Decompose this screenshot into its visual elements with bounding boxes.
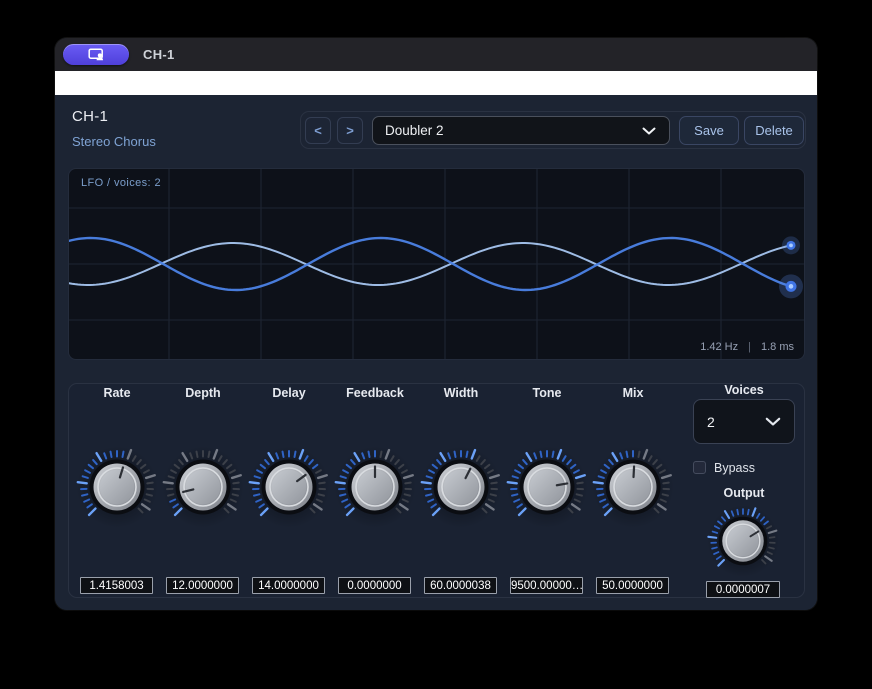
knob-cell: Feedback [332, 384, 418, 599]
delete-button[interactable]: Delete [744, 116, 804, 145]
menu-strip [55, 71, 817, 95]
delay-readout: 1.8 ms [761, 341, 794, 353]
3d-value-field[interactable] [338, 577, 411, 594]
0d-value-field[interactable] [80, 577, 153, 594]
chevron-down-icon [765, 417, 781, 426]
plugin-window: CH-1 CH-1 Stereo Chorus < > Doubler 2 Sa… [55, 38, 817, 610]
knob-5d[interactable] [504, 444, 590, 530]
screen: CH-1 CH-1 Stereo Chorus < > Doubler 2 Sa… [0, 0, 872, 689]
window-title: CH-1 [143, 47, 175, 62]
knob-cell: Delay [246, 384, 332, 599]
knob-cell: Width [418, 384, 504, 599]
knob-label: Rate [74, 386, 160, 400]
freq-readout: 1.42 Hz [700, 341, 738, 353]
knob-output[interactable] [705, 503, 781, 579]
knob-label: Mix [590, 386, 676, 400]
1d-value-field[interactable] [166, 577, 239, 594]
controls-panel: Rate Depth Delay Feedback Width Tone Mix… [68, 383, 805, 598]
chevron-down-icon [642, 127, 656, 135]
save-button[interactable]: Save [679, 116, 739, 145]
lfo-waveform-plot [69, 169, 805, 360]
readout-separator: | [748, 341, 751, 353]
knob-label: Feedback [332, 386, 418, 400]
knob-label: Width [418, 386, 504, 400]
knob-cell: Tone [504, 384, 590, 599]
voices-label: Voices [693, 383, 795, 397]
preset-name: Doubler 2 [385, 123, 444, 138]
preset-dropdown[interactable]: Doubler 2 [372, 116, 670, 145]
channel-name: CH-1 [72, 108, 108, 125]
knob-4d[interactable] [418, 444, 504, 530]
plugin-type-label: Stereo Chorus [72, 134, 156, 149]
voices-dropdown[interactable]: 2 [693, 399, 795, 444]
title-bar: CH-1 [55, 38, 817, 71]
6d-value-field[interactable] [596, 577, 669, 594]
2d-value-field[interactable] [252, 577, 325, 594]
knob-label: Tone [504, 386, 590, 400]
monitor-user-icon [88, 48, 105, 61]
knob-0d[interactable] [74, 444, 160, 530]
knob-6d[interactable] [590, 444, 676, 530]
lfo-readout: 1.42 Hz | 1.8 ms [700, 341, 794, 353]
output-value-field[interactable] [706, 581, 780, 598]
4d-value-field[interactable] [424, 577, 497, 594]
knob-cell: Rate [74, 384, 160, 599]
voices-value: 2 [707, 414, 715, 430]
preset-next-button[interactable]: > [337, 117, 363, 144]
output-label: Output [693, 486, 795, 500]
knob-cell: Depth [160, 384, 246, 599]
lfo-voices-label: LFO / voices: 2 [81, 177, 161, 189]
knob-2d[interactable] [246, 444, 332, 530]
bypass-toggle[interactable]: Bypass [693, 460, 755, 475]
screen-share-button[interactable] [63, 44, 129, 65]
bypass-checkbox[interactable] [693, 461, 706, 474]
bypass-label: Bypass [714, 461, 755, 475]
5d-value-field[interactable] [510, 577, 583, 594]
knob-1d[interactable] [160, 444, 246, 530]
preset-prev-button[interactable]: < [305, 117, 331, 144]
knob-label: Delay [246, 386, 332, 400]
lfo-waveform-display: LFO / voices: 2 1.42 Hz | 1.8 ms [68, 168, 805, 360]
plugin-body: CH-1 Stereo Chorus < > Doubler 2 Save De… [55, 95, 817, 610]
knob-3d[interactable] [332, 444, 418, 530]
knob-label: Depth [160, 386, 246, 400]
knob-cell: Mix [590, 384, 676, 599]
preset-panel: < > Doubler 2 Save Delete [300, 111, 806, 149]
